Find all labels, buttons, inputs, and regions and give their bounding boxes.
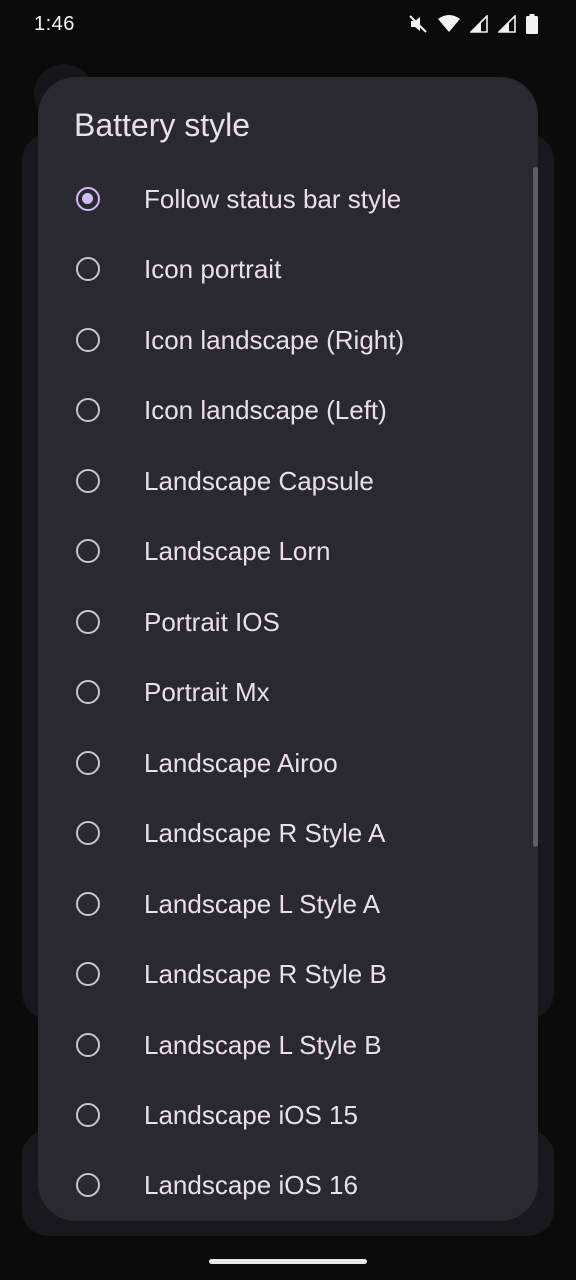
radio-icon[interactable] xyxy=(76,328,100,352)
radio-icon[interactable] xyxy=(76,1103,100,1127)
option-landscape-l-style-a[interactable]: Landscape L Style A xyxy=(38,871,528,941)
status-icons xyxy=(408,14,538,34)
radio-icon[interactable] xyxy=(76,469,100,493)
radio-icon[interactable] xyxy=(76,1033,100,1057)
option-portrait-mx[interactable]: Portrait Mx xyxy=(38,659,528,729)
option-label: Landscape Lorn xyxy=(144,536,331,566)
option-icon-landscape-right[interactable]: Icon landscape (Right) xyxy=(38,307,528,377)
option-landscape-l-style-b[interactable]: Landscape L Style B xyxy=(38,1012,528,1082)
radio-icon[interactable] xyxy=(76,821,100,845)
option-landscape-ios-16[interactable]: Landscape iOS 16 xyxy=(38,1152,528,1221)
radio-icon[interactable] xyxy=(76,257,100,281)
option-label: Landscape Capsule xyxy=(144,466,374,496)
option-label: Landscape R Style A xyxy=(144,818,386,848)
signal-icon xyxy=(470,15,488,33)
battery-style-dialog: Battery style Follow status bar style Ic… xyxy=(38,77,538,1221)
option-label: Icon landscape (Right) xyxy=(144,325,405,355)
option-label: Landscape iOS 15 xyxy=(144,1100,358,1130)
option-landscape-capsule[interactable]: Landscape Capsule xyxy=(38,448,528,518)
option-label: Portrait IOS xyxy=(144,607,280,637)
radio-icon[interactable] xyxy=(76,539,100,563)
option-label: Icon landscape (Left) xyxy=(144,395,387,425)
option-label: Follow status bar style xyxy=(144,184,402,214)
option-label: Landscape L Style A xyxy=(144,889,381,919)
option-portrait-ios[interactable]: Portrait IOS xyxy=(38,589,528,659)
radio-icon[interactable] xyxy=(76,892,100,916)
option-label: Landscape L Style B xyxy=(144,1030,382,1060)
radio-selected-icon[interactable] xyxy=(76,187,100,211)
status-time: 1:46 xyxy=(34,13,75,35)
option-landscape-r-style-a[interactable]: Landscape R Style A xyxy=(38,800,528,870)
radio-icon[interactable] xyxy=(76,680,100,704)
option-label: Landscape iOS 16 xyxy=(144,1170,358,1200)
option-icon-landscape-left[interactable]: Icon landscape (Left) xyxy=(38,377,528,447)
option-label: Landscape R Style B xyxy=(144,959,387,989)
battery-icon xyxy=(526,14,538,34)
option-landscape-lorn[interactable]: Landscape Lorn xyxy=(38,518,528,588)
option-landscape-ios-15[interactable]: Landscape iOS 15 xyxy=(38,1082,528,1152)
radio-icon[interactable] xyxy=(76,1173,100,1197)
status-bar: 1:46 xyxy=(0,0,576,52)
option-label: Portrait Mx xyxy=(144,677,270,707)
option-icon-portrait[interactable]: Icon portrait xyxy=(38,236,528,306)
option-landscape-r-style-b[interactable]: Landscape R Style B xyxy=(38,941,528,1011)
scrollbar[interactable] xyxy=(533,167,538,847)
radio-icon[interactable] xyxy=(76,610,100,634)
option-landscape-airoo[interactable]: Landscape Airoo xyxy=(38,730,528,800)
option-label: Icon portrait xyxy=(144,254,282,284)
signal-icon xyxy=(498,15,516,33)
radio-icon[interactable] xyxy=(76,398,100,422)
wifi-icon xyxy=(438,15,460,33)
dialog-title: Battery style xyxy=(74,107,251,143)
gesture-navigation-bar[interactable] xyxy=(209,1259,367,1264)
mute-icon xyxy=(408,14,428,34)
option-label: Landscape Airoo xyxy=(144,748,338,778)
radio-icon[interactable] xyxy=(76,962,100,986)
option-follow-status-bar-style[interactable]: Follow status bar style xyxy=(38,166,528,236)
radio-icon[interactable] xyxy=(76,751,100,775)
